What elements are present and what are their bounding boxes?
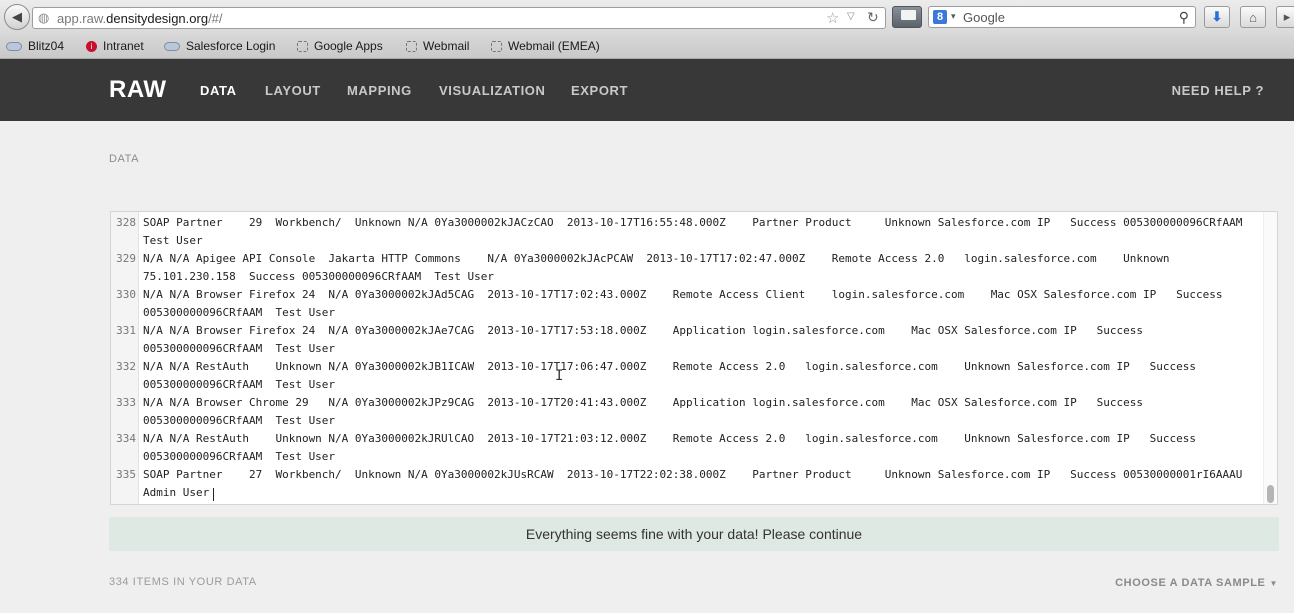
cloud-icon <box>164 41 180 51</box>
url-suffix: /#/ <box>208 11 223 26</box>
home-button[interactable]: ⌂ <box>1240 6 1266 28</box>
back-arrow-icon: ◀ <box>12 9 22 24</box>
line-number: 329 <box>116 252 136 265</box>
text-caret <box>213 488 214 501</box>
downloads-button[interactable]: ⬇ <box>1204 6 1230 28</box>
bookmark-icon <box>297 40 308 52</box>
bookmarks-bar: Blitz04 i Intranet Salesforce Login Googl… <box>0 36 1294 59</box>
google-engine-icon[interactable]: 8 <box>933 10 947 24</box>
mail-extension-icon[interactable] <box>892 6 922 28</box>
bookmark-label: Blitz04 <box>28 39 65 53</box>
bookmark-google-apps[interactable]: Google Apps <box>297 39 383 53</box>
bookmark-salesforce-login[interactable]: Salesforce Login <box>164 39 275 53</box>
nav-data[interactable]: DATA <box>200 83 237 98</box>
bookmark-label: Webmail <box>423 39 470 53</box>
line-text: N/A N/A Apigee API Console Jakarta HTTP … <box>143 252 1177 283</box>
nav-export[interactable]: EXPORT <box>571 83 628 98</box>
overflow-button[interactable]: ▸ <box>1276 6 1294 28</box>
app-navbar: RAW DATA LAYOUT MAPPING VISUALIZATION EX… <box>0 59 1294 121</box>
search-icon[interactable]: ⚲ <box>1179 9 1189 26</box>
bookmark-label: Google Apps <box>314 39 383 53</box>
line-text: N/A N/A RestAuth Unknown N/A 0Ya3000002k… <box>143 360 1203 391</box>
validation-status-banner: Everything seems fine with your data! Pl… <box>109 517 1279 551</box>
nav-mapping[interactable]: MAPPING <box>347 83 412 98</box>
data-sample-label: CHOOSE A DATA SAMPLE <box>1115 577 1266 589</box>
overflow-icon: ▸ <box>1283 9 1291 24</box>
section-title: DATA <box>109 153 140 165</box>
bookmark-icon <box>491 40 502 52</box>
nav-visualization[interactable]: VISUALIZATION <box>439 83 546 98</box>
item-count: 334 ITEMS IN YOUR DATA <box>109 576 257 588</box>
search-placeholder: Google <box>963 10 1005 25</box>
bookmark-webmail[interactable]: Webmail <box>406 39 469 53</box>
reload-icon[interactable]: ↻ <box>867 9 879 26</box>
data-sample-dropdown[interactable]: CHOOSE A DATA SAMPLE ▼ <box>1115 577 1278 589</box>
cloud-icon <box>6 41 22 51</box>
data-textarea[interactable]: 328 SOAP Partner 29 Workbench/ Unknown N… <box>110 211 1278 505</box>
scrollbar-thumb[interactable] <box>1267 485 1274 503</box>
line-number: 331 <box>116 324 136 337</box>
url-text: app.raw.densitydesign.org/#/ <box>57 11 223 26</box>
bookmark-icon <box>406 40 417 52</box>
line-text: N/A N/A RestAuth Unknown N/A 0Ya3000002k… <box>143 432 1203 463</box>
bookmark-label: Intranet <box>103 39 144 53</box>
nav-layout[interactable]: LAYOUT <box>265 83 321 98</box>
download-arrow-icon: ⬇ <box>1211 9 1223 24</box>
search-bar[interactable]: 8 ▾ Google ⚲ <box>928 6 1196 28</box>
line-number: 332 <box>116 360 136 373</box>
need-help-link[interactable]: NEED HELP ? <box>1172 83 1264 98</box>
bookmark-blitz04[interactable]: Blitz04 <box>6 39 64 53</box>
line-number: 333 <box>116 396 136 409</box>
info-icon: i <box>86 40 97 52</box>
line-text: N/A N/A Browser Firefox 24 N/A 0Ya300000… <box>143 288 1230 319</box>
line-text: N/A N/A Browser Chrome 29 N/A 0Ya3000002… <box>143 396 1150 427</box>
url-domain: densitydesign.org <box>106 11 209 26</box>
bookmark-label: Salesforce Login <box>186 39 276 53</box>
textarea-scrollbar[interactable] <box>1263 212 1277 504</box>
text-cursor-icon: I <box>555 368 564 384</box>
history-dropdown-icon[interactable]: ▽ <box>847 11 855 22</box>
line-number: 330 <box>116 288 136 301</box>
home-icon: ⌂ <box>1249 9 1257 25</box>
line-text: SOAP Partner 27 Workbench/ Unknown N/A 0… <box>143 468 1256 499</box>
url-prefix: app.raw. <box>57 11 107 26</box>
back-button[interactable]: ◀ <box>4 4 30 30</box>
bookmark-label: Webmail (EMEA) <box>508 39 600 53</box>
line-number: 328 <box>116 216 136 229</box>
engine-dropdown-icon[interactable]: ▾ <box>951 11 956 22</box>
address-bar[interactable]: ◍ app.raw.densitydesign.org/#/ ☆ ▽ ↻ <box>32 7 886 29</box>
line-text: SOAP Partner 29 Workbench/ Unknown N/A 0… <box>143 216 1256 247</box>
globe-icon: ◍ <box>38 10 50 25</box>
raw-logo[interactable]: RAW <box>109 76 167 104</box>
bookmark-intranet[interactable]: i Intranet <box>86 39 144 53</box>
line-number: 335 <box>116 468 136 481</box>
line-number: 334 <box>116 432 136 445</box>
bookmark-webmail-emea[interactable]: Webmail (EMEA) <box>491 39 600 53</box>
bookmark-star-icon[interactable]: ☆ <box>826 9 839 27</box>
line-text: N/A N/A Browser Firefox 24 N/A 0Ya300000… <box>143 324 1150 355</box>
browser-toolbar: ◀ ◍ app.raw.densitydesign.org/#/ ☆ ▽ ↻ 8… <box>0 0 1294 36</box>
chevron-down-icon: ▼ <box>1269 579 1278 588</box>
